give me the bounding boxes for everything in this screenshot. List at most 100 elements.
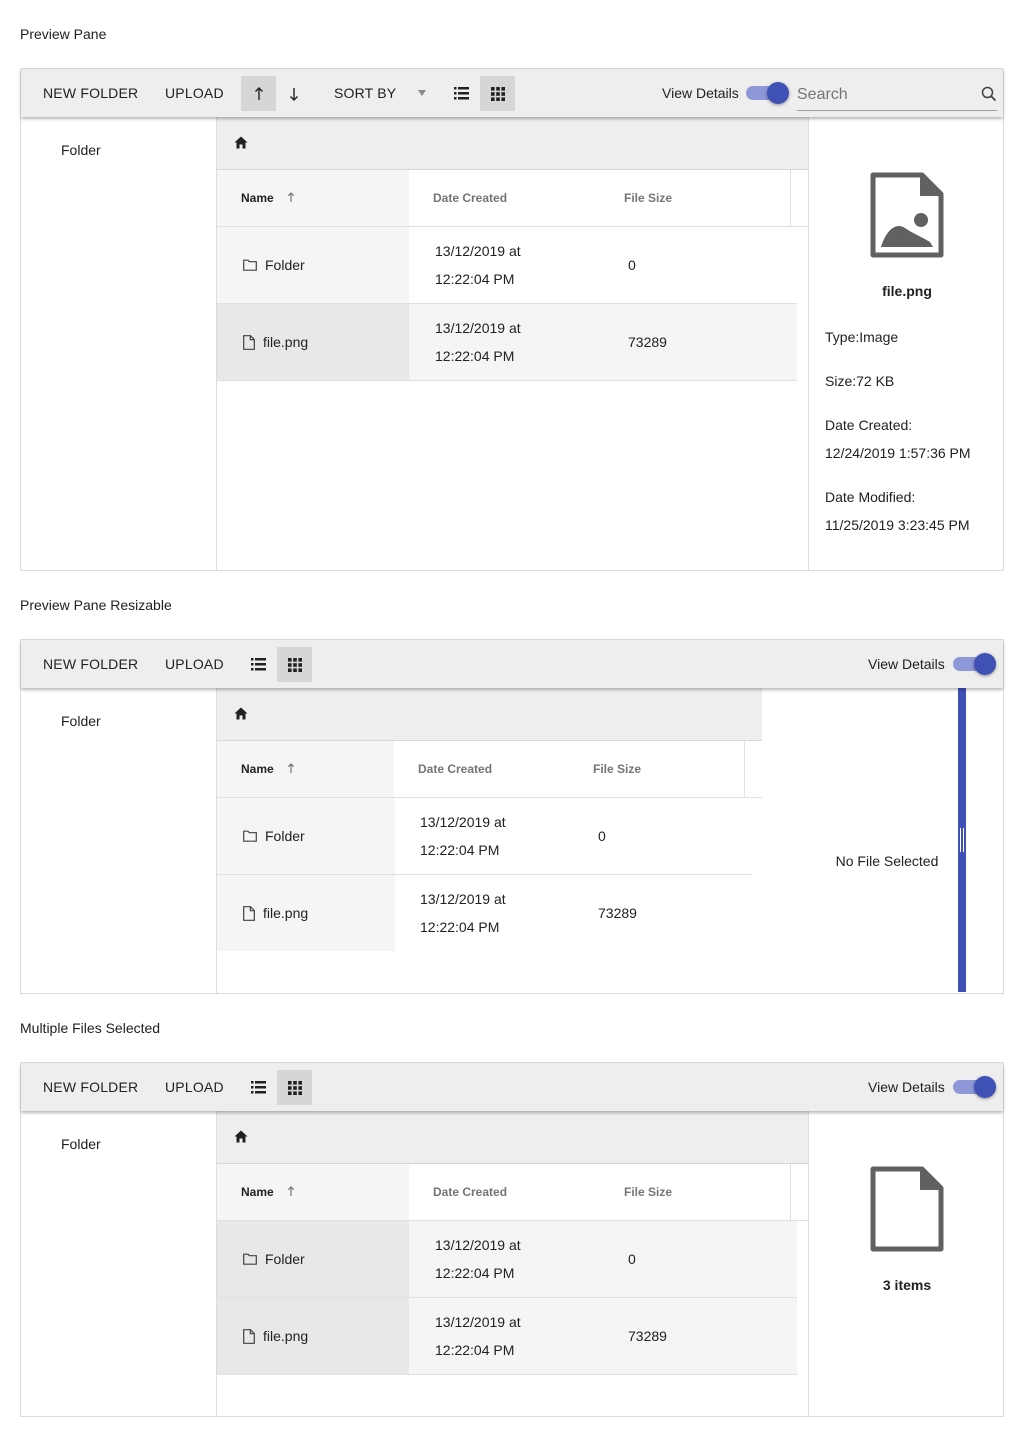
toolbar: NEW FOLDER UPLOAD SORT BY View Details: [21, 69, 1003, 117]
upload-button[interactable]: UPLOAD: [165, 640, 224, 688]
sort-by-button[interactable]: SORT BY: [334, 69, 396, 117]
details-pane: No File Selected: [770, 688, 1004, 993]
toggle-thumb: [974, 1076, 996, 1098]
row-name: file.png: [243, 875, 308, 951]
column-header-file-size[interactable]: File Size: [624, 1164, 672, 1220]
home-icon[interactable]: [234, 707, 248, 720]
list-view-button[interactable]: [241, 647, 276, 682]
home-icon[interactable]: [234, 1130, 248, 1143]
details-items-count: 3 items: [882, 1277, 932, 1293]
toggle-thumb: [974, 653, 996, 675]
list-view-button[interactable]: [241, 1070, 276, 1105]
column-divider: [790, 170, 791, 226]
table-row-selected[interactable]: Folder 13/12/2019 at 12:22:04 PM 0: [217, 1221, 797, 1298]
toggle-thumb: [767, 82, 789, 104]
file-icon: [243, 1328, 255, 1344]
row-date-line: 13/12/2019 at: [420, 891, 506, 907]
content-pane: Name Date Created File Size Folder 13/12…: [217, 117, 808, 570]
breadcrumb: [217, 117, 808, 170]
table-row-selected[interactable]: file.png 13/12/2019 at 12:22:04 PM 73289: [217, 1298, 797, 1375]
table-row[interactable]: file.png 13/12/2019 at 12:22:04 PM 73289: [217, 875, 752, 952]
details-pane: 3 items: [808, 1111, 1004, 1416]
row-time-line: 12:22:04 PM: [435, 271, 515, 287]
upload-button[interactable]: UPLOAD: [165, 69, 224, 117]
file-manager-preview-pane: NEW FOLDER UPLOAD SORT BY View Details F…: [20, 68, 1004, 571]
tree-item-folder[interactable]: Folder: [61, 713, 101, 729]
row-name: Folder: [243, 798, 305, 874]
navigation-pane: Folder: [21, 1111, 217, 1416]
row-time-line: 12:22:04 PM: [420, 919, 500, 935]
image-file-icon: [870, 172, 944, 258]
home-icon[interactable]: [234, 136, 248, 149]
row-date-line: 13/12/2019 at: [420, 814, 506, 830]
row-date-line: 13/12/2019 at: [435, 1237, 521, 1253]
column-header-name-label: Name: [241, 1185, 274, 1199]
grid-view-icon: [490, 86, 505, 101]
grid-view-button[interactable]: [277, 1070, 312, 1105]
column-header-name[interactable]: Name: [241, 1164, 295, 1220]
details-file-name: file.png: [882, 283, 932, 299]
view-details-toggle[interactable]: [743, 82, 789, 104]
breadcrumb: [217, 1111, 808, 1164]
column-header-date-created[interactable]: Date Created: [433, 1164, 507, 1220]
column-header-name[interactable]: Name: [241, 741, 295, 797]
row-file-size: 0: [598, 828, 606, 844]
row-file-size: 0: [628, 1251, 636, 1267]
tree-item-folder[interactable]: Folder: [61, 1136, 101, 1152]
arrow-up-icon: [254, 86, 263, 100]
grid-view-button[interactable]: [480, 76, 515, 111]
folder-icon: [243, 1253, 257, 1265]
no-file-selected-text: No File Selected: [835, 853, 939, 869]
table-row-selected[interactable]: file.png 13/12/2019 at 12:22:04 PM 73289: [217, 304, 797, 381]
column-header-name[interactable]: Name: [241, 170, 295, 226]
sort-descending-button[interactable]: [276, 76, 311, 111]
table-header: Name Date Created File Size: [217, 741, 762, 798]
column-header-date-created[interactable]: Date Created: [418, 741, 492, 797]
file-manager-preview-pane-resizable: NEW FOLDER UPLOAD View Details Folder Na…: [20, 639, 1004, 994]
column-header-name-label: Name: [241, 762, 274, 776]
column-header-date-created[interactable]: Date Created: [433, 170, 507, 226]
arrow-down-icon: [289, 87, 298, 101]
column-header-file-size[interactable]: File Size: [624, 170, 672, 226]
row-date-created: 13/12/2019 at 12:22:04 PM: [435, 314, 521, 370]
table-header: Name Date Created File Size: [217, 1164, 808, 1221]
row-name-label: Folder: [265, 1251, 305, 1267]
sort-arrow-up-icon: [287, 192, 295, 202]
sort-ascending-button[interactable]: [241, 76, 276, 111]
list-view-icon: [251, 1081, 266, 1094]
view-details-label: View Details: [868, 1079, 945, 1095]
upload-button[interactable]: UPLOAD: [165, 1063, 224, 1111]
grid-view-button[interactable]: [277, 647, 312, 682]
details-date-modified-label: Date Modified:: [825, 489, 916, 505]
view-details-toggle[interactable]: [950, 1076, 996, 1098]
content-pane: Name Date Created File Size Folder 13/12…: [217, 1111, 808, 1416]
new-folder-button[interactable]: NEW FOLDER: [43, 640, 138, 688]
table-header: Name Date Created File Size: [217, 170, 808, 227]
breadcrumb: [217, 688, 762, 741]
row-date-line: 13/12/2019 at: [435, 320, 521, 336]
details-size: Size:72 KB: [825, 373, 895, 389]
row-date-created: 13/12/2019 at 12:22:04 PM: [435, 237, 521, 293]
new-folder-button[interactable]: NEW FOLDER: [43, 1063, 138, 1111]
row-name: file.png: [243, 304, 308, 380]
chevron-down-icon[interactable]: [418, 90, 426, 96]
row-date-created: 13/12/2019 at 12:22:04 PM: [435, 1231, 521, 1287]
column-header-file-size[interactable]: File Size: [593, 741, 641, 797]
new-folder-button[interactable]: NEW FOLDER: [43, 69, 138, 117]
file-icon: [870, 1166, 944, 1252]
tree-item-folder[interactable]: Folder: [61, 142, 101, 158]
navigation-pane: Folder: [21, 117, 217, 570]
list-view-button[interactable]: [444, 76, 479, 111]
row-date-created: 13/12/2019 at 12:22:04 PM: [420, 808, 506, 864]
navigation-pane: Folder: [21, 688, 217, 993]
row-name-label: file.png: [263, 905, 309, 921]
table-row[interactable]: Folder 13/12/2019 at 12:22:04 PM 0: [217, 798, 752, 875]
view-details-toggle[interactable]: [950, 653, 996, 675]
search-input[interactable]: [797, 81, 977, 109]
row-name-label: Folder: [265, 828, 305, 844]
table-row[interactable]: Folder 13/12/2019 at 12:22:04 PM 0: [217, 227, 797, 304]
section-title-preview-pane-resizable: Preview Pane Resizable: [20, 597, 172, 613]
section-title-multiple-files-selected: Multiple Files Selected: [20, 1020, 161, 1036]
list-view-icon: [454, 87, 469, 100]
search-icon[interactable]: [981, 86, 997, 102]
